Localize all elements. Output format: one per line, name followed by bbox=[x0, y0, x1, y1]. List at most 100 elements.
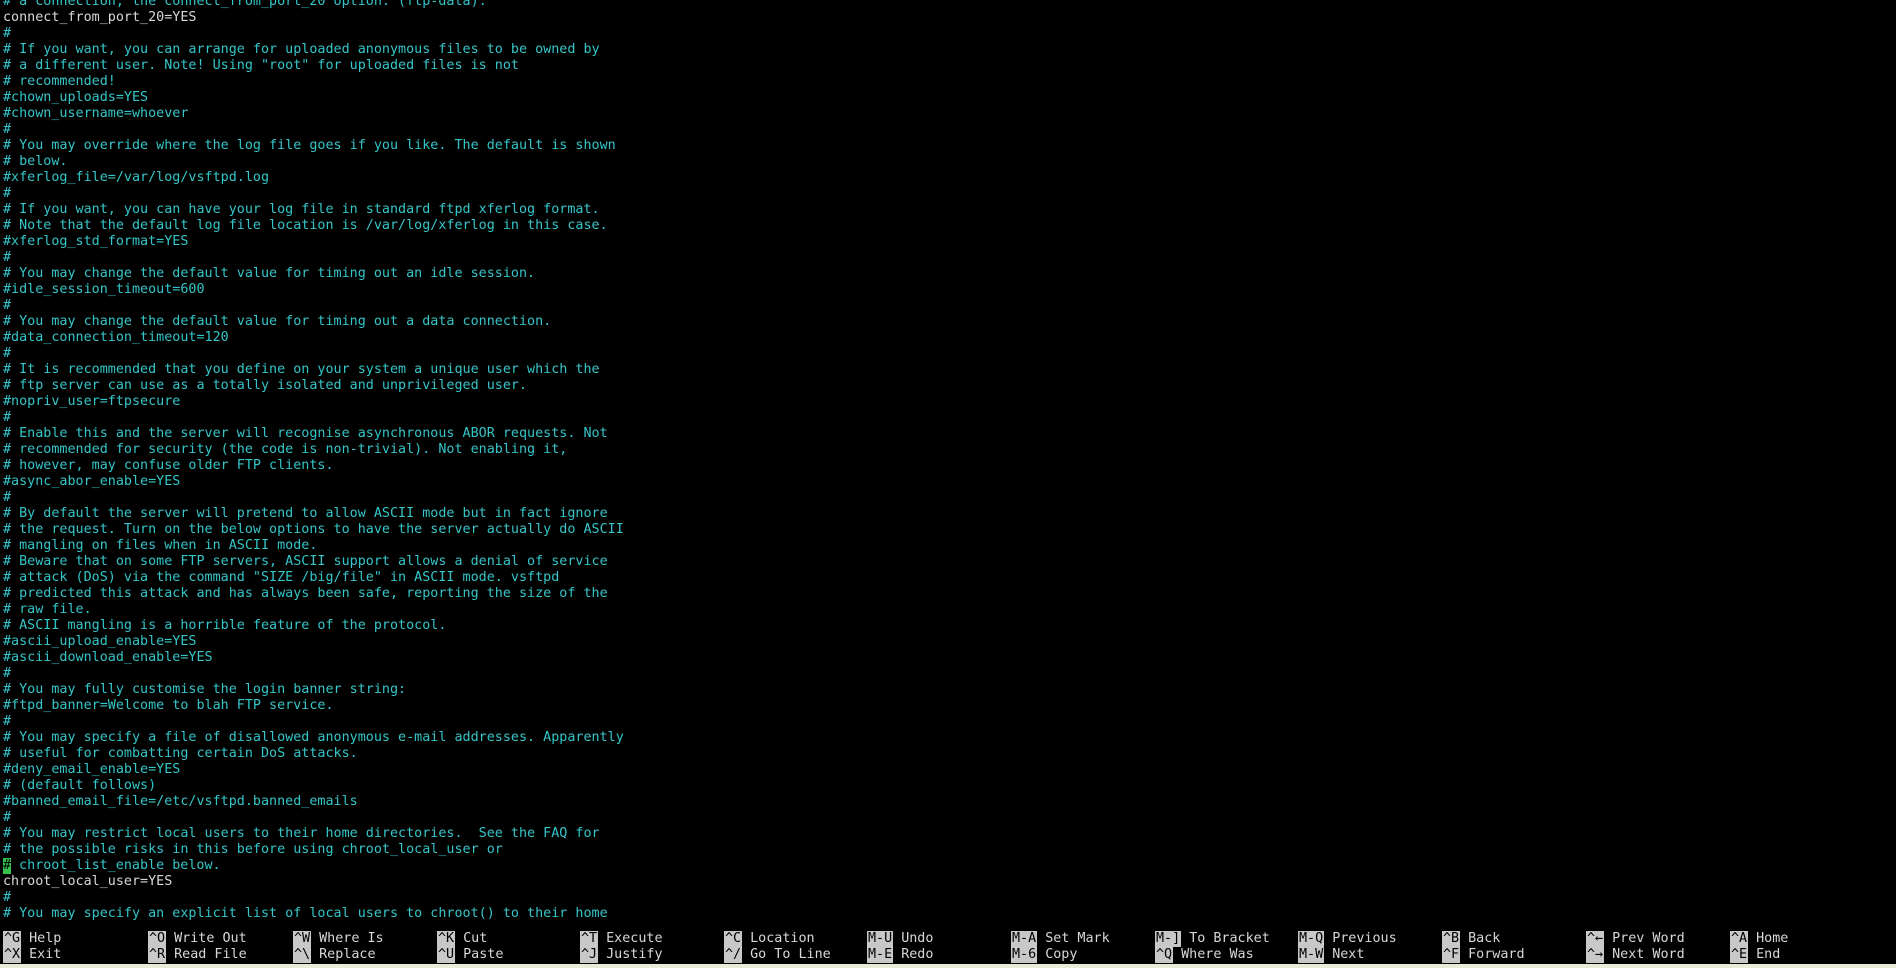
config-comment-line[interactable]: #async_abor_enable=YES bbox=[3, 474, 1893, 490]
config-comment-line[interactable]: #xferlog_file=/var/log/vsftpd.log bbox=[3, 170, 1893, 186]
config-comment-line[interactable]: # It is recommended that you define on y… bbox=[3, 362, 1893, 378]
shortcut-copy[interactable]: M-6 Copy bbox=[1011, 947, 1151, 963]
config-comment-line[interactable]: # the possible risks in this before usin… bbox=[3, 842, 1893, 858]
config-comment-line[interactable]: #banned_email_file=/etc/vsftpd.banned_em… bbox=[3, 794, 1893, 810]
editor-text-area[interactable]: # a connection, the connect_from_port_20… bbox=[3, 0, 1893, 922]
shortcut-paste[interactable]: ^U Paste bbox=[437, 947, 577, 963]
shortcut-help[interactable]: ^G Help bbox=[3, 931, 143, 947]
config-comment-line[interactable]: # bbox=[3, 410, 1893, 426]
shortcut-exit[interactable]: ^X Exit bbox=[3, 947, 143, 963]
shortcut-next-word[interactable]: ^→ Next Word bbox=[1586, 947, 1726, 963]
config-comment-line[interactable]: # bbox=[3, 346, 1893, 362]
config-comment-line[interactable]: #ascii_upload_enable=YES bbox=[3, 634, 1893, 650]
config-comment-line[interactable]: # a connection, the connect_from_port_20… bbox=[3, 0, 1893, 10]
config-comment-line[interactable]: # however, may confuse older FTP clients… bbox=[3, 458, 1893, 474]
config-comment-line[interactable]: # bbox=[3, 122, 1893, 138]
config-comment-line[interactable]: # If you want, you can arrange for uploa… bbox=[3, 42, 1893, 58]
shortcut-cut[interactable]: ^K Cut bbox=[437, 931, 577, 947]
config-comment-line[interactable]: # attack (DoS) via the command "SIZE /bi… bbox=[3, 570, 1893, 586]
shortcut-to-bracket[interactable]: M-] To Bracket bbox=[1155, 931, 1295, 947]
line-text: # raw file. bbox=[3, 602, 92, 617]
config-comment-line[interactable]: # a different user. Note! Using "root" f… bbox=[3, 58, 1893, 74]
shortcut-justify[interactable]: ^J Justify bbox=[580, 947, 720, 963]
shortcut-key: ^X bbox=[3, 947, 22, 963]
config-comment-line[interactable]: # bbox=[3, 714, 1893, 730]
config-comment-line[interactable]: #chown_uploads=YES bbox=[3, 90, 1893, 106]
shortcut-go-to-line[interactable]: ^/ Go To Line bbox=[724, 947, 864, 963]
config-comment-line[interactable]: # You may override where the log file go… bbox=[3, 138, 1893, 154]
shortcut-key: M-6 bbox=[1011, 947, 1038, 963]
shortcut-write-out[interactable]: ^O Write Out bbox=[148, 931, 288, 947]
config-comment-line[interactable]: # If you want, you can have your log fil… bbox=[3, 202, 1893, 218]
shortcut-set-mark[interactable]: M-A Set Mark bbox=[1011, 931, 1151, 947]
shortcut-replace[interactable]: ^\ Replace bbox=[293, 947, 433, 963]
config-comment-line[interactable]: #idle_session_timeout=600 bbox=[3, 282, 1893, 298]
config-comment-line[interactable]: # raw file. bbox=[3, 602, 1893, 618]
config-comment-line[interactable]: #ftpd_banner=Welcome to blah FTP service… bbox=[3, 698, 1893, 714]
line-text: # Beware that on some FTP servers, ASCII… bbox=[3, 554, 608, 569]
window-bottom-edge bbox=[0, 964, 1896, 968]
shortcut-where-is[interactable]: ^W Where Is bbox=[293, 931, 433, 947]
shortcut-label: Forward bbox=[1468, 947, 1525, 962]
config-comment-line[interactable]: # Note that the default log file locatio… bbox=[3, 218, 1893, 234]
config-comment-line[interactable]: # You may change the default value for t… bbox=[3, 266, 1893, 282]
shortcut-read-file[interactable]: ^R Read File bbox=[148, 947, 288, 963]
config-comment-line[interactable]: # bbox=[3, 890, 1893, 906]
config-comment-line[interactable]: # recommended for security (the code is … bbox=[3, 442, 1893, 458]
config-comment-line[interactable]: # By default the server will pretend to … bbox=[3, 506, 1893, 522]
config-comment-line[interactable]: # bbox=[3, 666, 1893, 682]
config-comment-line[interactable]: # ftp server can use as a totally isolat… bbox=[3, 378, 1893, 394]
config-directive-line[interactable]: chroot_local_user=YES bbox=[3, 874, 1893, 890]
terminal-window[interactable]: # a connection, the connect_from_port_20… bbox=[0, 0, 1896, 968]
config-comment-line[interactable]: # (default follows) bbox=[3, 778, 1893, 794]
shortcut-where-was[interactable]: ^Q Where Was bbox=[1155, 947, 1295, 963]
config-comment-line[interactable]: # You may restrict local users to their … bbox=[3, 826, 1893, 842]
config-comment-line[interactable]: #nopriv_user=ftpsecure bbox=[3, 394, 1893, 410]
shortcut-forward[interactable]: ^F Forward bbox=[1442, 947, 1582, 963]
shortcut-key: ^J bbox=[580, 947, 599, 963]
config-comment-line[interactable]: # bbox=[3, 490, 1893, 506]
config-comment-line[interactable]: # ASCII mangling is a horrible feature o… bbox=[3, 618, 1893, 634]
config-comment-line[interactable]: # You may specify an explicit list of lo… bbox=[3, 906, 1893, 922]
config-comment-line[interactable]: # Enable this and the server will recogn… bbox=[3, 426, 1893, 442]
shortcut-home[interactable]: ^A Home bbox=[1730, 931, 1870, 947]
shortcut-end[interactable]: ^E End bbox=[1730, 947, 1870, 963]
shortcut-redo[interactable]: M-E Redo bbox=[867, 947, 1007, 963]
config-comment-line[interactable]: # You may specify a file of disallowed a… bbox=[3, 730, 1893, 746]
config-comment-line[interactable]: # bbox=[3, 298, 1893, 314]
config-comment-line[interactable]: #chown_username=whoever bbox=[3, 106, 1893, 122]
shortcut-back[interactable]: ^B Back bbox=[1442, 931, 1582, 947]
shortcut-column: ^K Cut ^U Paste bbox=[437, 931, 577, 963]
config-comment-line[interactable]: # You may fully customise the login bann… bbox=[3, 682, 1893, 698]
config-comment-line[interactable]: #ascii_download_enable=YES bbox=[3, 650, 1893, 666]
config-comment-line[interactable]: #deny_email_enable=YES bbox=[3, 762, 1893, 778]
shortcut-prev-word[interactable]: ^← Prev Word bbox=[1586, 931, 1726, 947]
config-comment-line[interactable]: # useful for combatting certain DoS atta… bbox=[3, 746, 1893, 762]
config-comment-line[interactable]: # bbox=[3, 810, 1893, 826]
shortcut-execute[interactable]: ^T Execute bbox=[580, 931, 720, 947]
shortcut-undo[interactable]: M-U Undo bbox=[867, 931, 1007, 947]
config-comment-line[interactable]: # recommended! bbox=[3, 74, 1893, 90]
config-directive-line[interactable]: connect_from_port_20=YES bbox=[3, 10, 1893, 26]
config-comment-line[interactable]: # bbox=[3, 186, 1893, 202]
config-comment-line[interactable]: # the request. Turn on the below options… bbox=[3, 522, 1893, 538]
config-comment-line[interactable]: # bbox=[3, 250, 1893, 266]
config-comment-line[interactable]: # predicted this attack and has always b… bbox=[3, 586, 1893, 602]
shortcut-previous[interactable]: M-Q Previous bbox=[1298, 931, 1438, 947]
shortcut-column: M-U Undo M-E Redo bbox=[867, 931, 1007, 963]
config-comment-line[interactable]: # mangling on files when in ASCII mode. bbox=[3, 538, 1893, 554]
config-comment-line[interactable]: # below. bbox=[3, 154, 1893, 170]
shortcut-next[interactable]: M-W Next bbox=[1298, 947, 1438, 963]
shortcut-key: ^G bbox=[3, 931, 22, 947]
config-comment-line[interactable]: # You may change the default value for t… bbox=[3, 314, 1893, 330]
config-comment-line[interactable]: #xferlog_std_format=YES bbox=[3, 234, 1893, 250]
config-comment-line[interactable]: # Beware that on some FTP servers, ASCII… bbox=[3, 554, 1893, 570]
line-text: #ascii_download_enable=YES bbox=[3, 650, 213, 665]
config-comment-line[interactable]: # bbox=[3, 26, 1893, 42]
line-text: #ascii_upload_enable=YES bbox=[3, 634, 197, 649]
shortcut-key: ^O bbox=[148, 931, 167, 947]
config-comment-line[interactable]: # chroot_list_enable below. bbox=[3, 858, 1893, 874]
shortcut-location[interactable]: ^C Location bbox=[724, 931, 864, 947]
config-comment-line[interactable]: #data_connection_timeout=120 bbox=[3, 330, 1893, 346]
shortcut-key: M-U bbox=[867, 931, 894, 947]
